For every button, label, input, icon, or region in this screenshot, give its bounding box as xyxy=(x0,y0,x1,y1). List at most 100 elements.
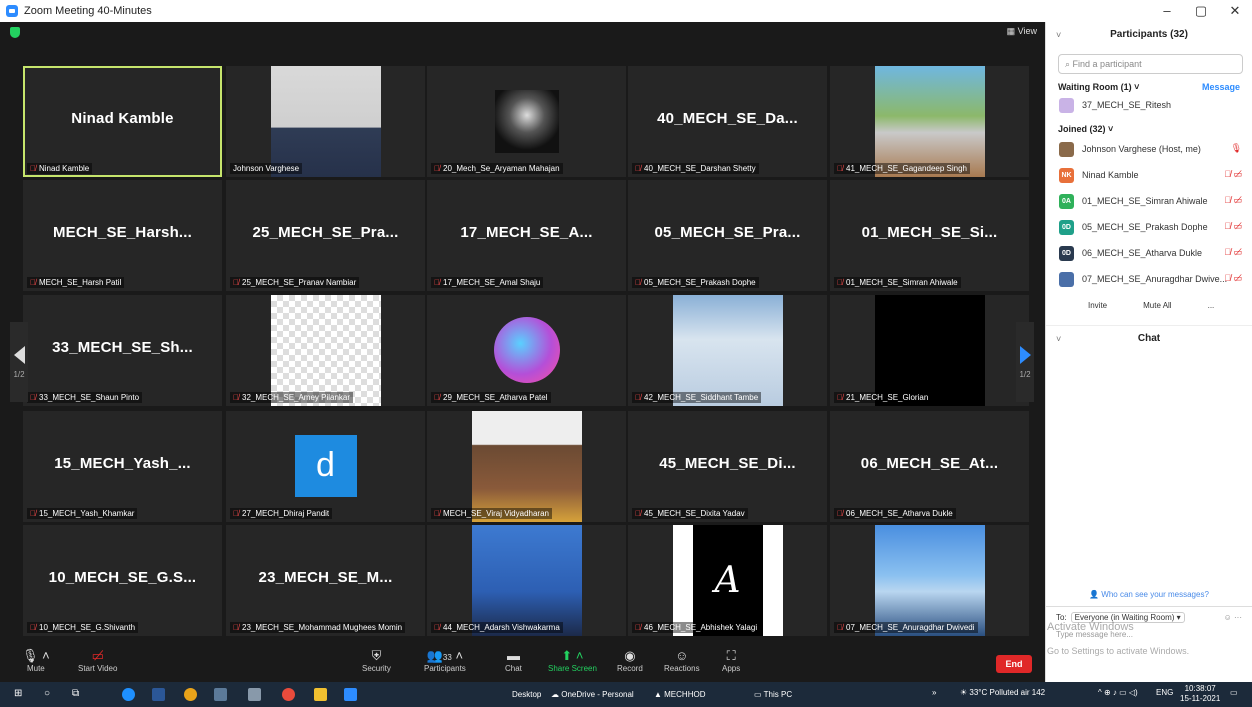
participants-icon: 👥33 ˄ xyxy=(426,648,464,663)
video-tile[interactable]: 33_MECH_SE_Sh... 🎙̸ 33_MECH_SE_Shaun Pinto xyxy=(23,295,222,406)
file-explorer-icon[interactable] xyxy=(314,688,327,701)
participant-row[interactable]: 0D 06_MECH_SE_Atharva Dukle 🎙̸ ▭̸ xyxy=(1046,240,1252,266)
participant-row[interactable]: Johnson Varghese (Host, me) 🎙 xyxy=(1046,136,1252,162)
language-indicator[interactable]: ENG xyxy=(1156,688,1173,697)
video-tile[interactable]: 10_MECH_SE_G.S... 🎙̸ 10_MECH_SE_G.Shivanth xyxy=(23,525,222,636)
video-tile[interactable]: 🎙̸ 32_MECH_SE_Amey Pilankar xyxy=(226,295,425,406)
chat-collapse-chevron-icon[interactable]: ˅ xyxy=(1056,326,1061,352)
muted-mic-icon: 🎙̸ xyxy=(30,164,36,173)
windows-start-icon[interactable]: ⊞ xyxy=(14,688,22,699)
video-tile[interactable]: 🎙̸ 42_MECH_SE_Siddhant Tambe xyxy=(628,295,827,406)
video-tile[interactable]: 17_MECH_SE_A... 🎙̸ 17_MECH_SE_Amal Shaju xyxy=(427,180,626,291)
this-pc-button[interactable]: ▭ This PC xyxy=(748,684,798,705)
video-tile[interactable]: 🎙̸ 44_MECH_Adarsh Vishwakarma xyxy=(427,525,626,636)
word-icon[interactable] xyxy=(152,688,165,701)
participant-search-input[interactable]: ⌕ Find a participant xyxy=(1058,54,1243,74)
tile-display-name: 23_MECH_SE_M... xyxy=(258,569,393,586)
notifications-icon[interactable]: ▭ xyxy=(1230,688,1238,697)
desktop-button[interactable]: Desktop xyxy=(506,684,547,705)
meeting-top-strip: ▦ View xyxy=(0,22,1045,42)
participant-row[interactable]: 0D 05_MECH_SE_Prakash Dophe 🎙̸ ▭̸ xyxy=(1046,214,1252,240)
prev-page-button[interactable]: 1/2 xyxy=(10,322,28,402)
video-tile[interactable]: 🎙̸ 29_MECH_SE_Atharva Patel xyxy=(427,295,626,406)
video-tile[interactable]: 40_MECH_SE_Da... 🎙̸ 40_MECH_SE_Darshan She… xyxy=(628,66,827,177)
camera-icon[interactable] xyxy=(248,688,261,701)
onedrive-button[interactable]: ☁ OneDrive - Personal xyxy=(545,684,640,705)
video-tile[interactable]: 🎙̸ 41_MECH_SE_Gagandeep Singh xyxy=(830,66,1029,177)
avatar: 0D xyxy=(1059,219,1074,235)
video-tile[interactable]: 🎙̸ 20_Mech_Se_Aryaman Mahajan xyxy=(427,66,626,177)
video-tile[interactable]: 23_MECH_SE_M... 🎙̸ 23_MECH_SE_Mohammad Mug… xyxy=(226,525,425,636)
video-tile[interactable]: MECH_SE_Harsh... 🎙̸ MECH_SE_Harsh Patil xyxy=(23,180,222,291)
video-tile[interactable]: 01_MECH_SE_Si... 🎙̸ 01_MECH_SE_Simran Ahiw… xyxy=(830,180,1029,291)
message-link[interactable]: Message xyxy=(1202,82,1240,92)
mechhod-button[interactable]: ▲ MECHHOD xyxy=(648,684,711,705)
zoom-taskbar-icon[interactable] xyxy=(344,688,357,701)
tile-name-text: 42_MECH_SE_Siddhant Tambe xyxy=(644,393,759,402)
mic-video-status-icon: 🎙̸ ▭̸ xyxy=(1224,273,1242,283)
close-button[interactable]: ✕ xyxy=(1218,0,1252,22)
start-video-button[interactable]: ▭̸ Start Video xyxy=(78,648,117,673)
participant-row[interactable]: 0A 01_MECH_SE_Simran Ahiwale 🎙̸ ▭̸ xyxy=(1046,188,1252,214)
more-button[interactable]: ... xyxy=(1202,298,1221,313)
participant-name: 05_MECH_SE_Prakash Dophe xyxy=(1082,222,1208,232)
meeting-toolbar: 🎙 ˄ Mute ▭̸ Start Video ⛨ Security 👥33 ˄… xyxy=(0,644,1045,682)
tile-name-label: 🎙̸ 23_MECH_SE_Mohammad Mughees Momin xyxy=(230,622,406,633)
overflow-chevron-icon[interactable]: » xyxy=(932,688,936,697)
emoji-icon[interactable]: ☺ ··· xyxy=(1224,613,1242,622)
video-tile[interactable]: A 🎙̸ 46_MECH_SE_Abhishek Yalagi xyxy=(628,525,827,636)
video-tile[interactable]: 15_MECH_Yash_... 🎙̸ 15_MECH_Yash_Khamkar xyxy=(23,411,222,522)
video-tile[interactable]: 🎙̸ 07_MECH_SE_Anuragdhar Dwivedi xyxy=(830,525,1029,636)
collapse-chevron-icon[interactable]: ˅ xyxy=(1056,22,1061,48)
tile-name-label: 🎙̸ MECH_SE_Viraj Vidyadharan xyxy=(431,508,552,519)
tile-name-label: 🎙̸ 45_MECH_SE_Dixita Yadav xyxy=(632,508,748,519)
mute-all-button[interactable]: Mute All xyxy=(1137,298,1177,313)
waiting-room-label[interactable]: Waiting Room (1) ˅ xyxy=(1058,82,1139,92)
video-tile[interactable]: 🎙̸ MECH_SE_Viraj Vidyadharan xyxy=(427,411,626,522)
chrome-profile-icon[interactable] xyxy=(282,688,295,701)
task-view-icon[interactable]: ⧉ xyxy=(72,688,79,699)
tray-icons[interactable]: ^ ⊕ ♪ ▭ ◁) xyxy=(1098,688,1138,697)
share-screen-button[interactable]: ⬆ ˄ Share Screen xyxy=(548,648,597,673)
reactions-button[interactable]: ☺ Reactions xyxy=(664,648,700,673)
weather-widget[interactable]: ☀ 33°C Polluted air 142 xyxy=(960,688,1045,697)
video-tile[interactable]: Ninad Kamble 🎙̸ Ninad Kamble xyxy=(23,66,222,177)
invite-button[interactable]: Invite xyxy=(1082,298,1113,313)
participant-row[interactable]: 37_MECH_SE_Ritesh xyxy=(1046,92,1252,118)
joined-header[interactable]: Joined (32) ˅ xyxy=(1058,124,1240,134)
participant-name: Johnson Varghese (Host, me) xyxy=(1082,144,1201,154)
app-icon[interactable] xyxy=(214,688,227,701)
end-meeting-button[interactable]: End xyxy=(996,655,1032,673)
tile-name-text: MECH_SE_Viraj Vidyadharan xyxy=(443,509,549,518)
apps-button[interactable]: ⛶ Apps xyxy=(722,648,740,673)
video-tile[interactable]: 🎙̸ 21_MECH_SE_Glorian xyxy=(830,295,1029,406)
mute-button[interactable]: 🎙 ˄ Mute xyxy=(22,648,50,673)
minimize-button[interactable]: – xyxy=(1150,0,1184,22)
view-button[interactable]: ▦ View xyxy=(1007,26,1037,37)
participant-row[interactable]: 07_MECH_SE_Anuragdhar Dwive... 🎙̸ ▭̸ xyxy=(1046,266,1252,292)
who-can-see-link[interactable]: 👤 Who can see your messages? xyxy=(1046,590,1252,599)
chat-button[interactable]: ▬ Chat xyxy=(505,648,522,673)
muted-mic-icon: 🎙̸ xyxy=(635,164,641,173)
clock-time: 10:38:07 xyxy=(1184,684,1216,693)
next-page-button[interactable]: 1/2 xyxy=(1016,322,1034,402)
video-tile[interactable]: 05_MECH_SE_Pra... 🎙̸ 05_MECH_SE_Prakash Do… xyxy=(628,180,827,291)
video-tile[interactable]: d 🎙̸ 27_MECH_Dhiraj Pandit xyxy=(226,411,425,522)
security-button[interactable]: ⛨ Security xyxy=(362,648,391,673)
participants-button[interactable]: 👥33 ˄ Participants xyxy=(424,648,466,673)
clock[interactable]: 10:38:07 15-11-2021 xyxy=(1180,684,1220,704)
edge-icon[interactable] xyxy=(122,688,135,701)
video-tile[interactable]: Johnson Varghese xyxy=(226,66,425,177)
encryption-shield-icon[interactable] xyxy=(10,27,20,38)
tile-name-text: 20_Mech_Se_Aryaman Mahajan xyxy=(443,164,560,173)
muted-mic-icon: 🎙̸ xyxy=(837,393,843,402)
video-tile[interactable]: 45_MECH_SE_Di... 🎙̸ 45_MECH_SE_Dixita Yada… xyxy=(628,411,827,522)
participant-row[interactable]: NK Ninad Kamble 🎙̸ ▭̸ xyxy=(1046,162,1252,188)
video-tile[interactable]: 25_MECH_SE_Pra... 🎙̸ 25_MECH_SE_Pranav Nam… xyxy=(226,180,425,291)
search-circle-icon[interactable]: ○ xyxy=(44,688,50,699)
record-button[interactable]: ◉ Record xyxy=(617,648,643,673)
maximize-button[interactable]: ▢ xyxy=(1184,0,1218,22)
chrome-icon[interactable] xyxy=(184,688,197,701)
video-tile[interactable]: 06_MECH_SE_At... 🎙̸ 06_MECH_SE_Atharva Duk… xyxy=(830,411,1029,522)
reactions-icon: ☺ xyxy=(675,648,689,663)
